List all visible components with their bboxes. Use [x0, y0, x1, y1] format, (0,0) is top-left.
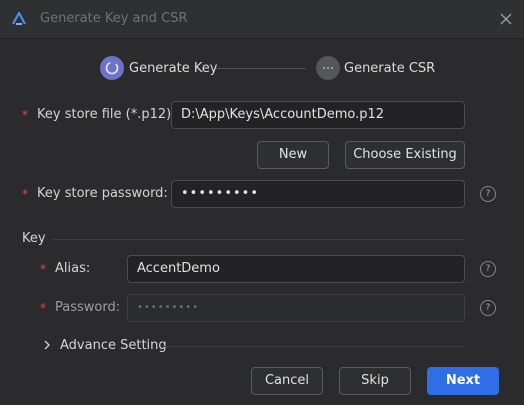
required-marker: *	[40, 301, 46, 315]
password-label: Password:	[55, 300, 121, 315]
alias-label: Alias:	[55, 261, 91, 276]
step-1-active-icon	[100, 56, 124, 80]
chevron-right-icon[interactable]	[42, 339, 52, 351]
alias-input[interactable]: AccentDemo	[127, 255, 465, 283]
required-marker: *	[22, 187, 28, 201]
required-marker: *	[22, 108, 28, 122]
advance-setting-toggle[interactable]: Advance Setting	[60, 338, 167, 353]
keystore-password-label: Key store password:	[37, 186, 168, 201]
help-icon[interactable]: ?	[480, 186, 496, 202]
new-button[interactable]: New	[257, 141, 329, 169]
step-2-label: Generate CSR	[344, 61, 436, 76]
section-divider	[52, 239, 464, 240]
title-bar: Generate Key and CSR	[0, 0, 524, 39]
close-icon[interactable]	[498, 11, 514, 27]
app-logo-icon	[12, 11, 26, 25]
next-button[interactable]: Next	[427, 367, 499, 395]
window-title: Generate Key and CSR	[40, 11, 188, 26]
step-connector	[216, 68, 306, 69]
step-2-pending-icon	[316, 56, 340, 80]
required-marker: *	[40, 262, 46, 276]
keystore-file-label: Key store file (*.p12):	[37, 107, 176, 122]
cancel-button[interactable]: Cancel	[251, 367, 323, 395]
keystore-file-input[interactable]: D:\App\Keys\AccountDemo.p12	[171, 101, 465, 129]
step-1-label: Generate Key	[129, 61, 218, 76]
section-divider	[162, 346, 464, 347]
password-input[interactable]: •••••••••	[127, 294, 465, 322]
skip-button[interactable]: Skip	[339, 367, 411, 395]
step-indicator: Generate Key Generate CSR	[0, 55, 524, 83]
help-icon[interactable]: ?	[480, 300, 496, 316]
key-section-label: Key	[22, 231, 46, 246]
keystore-password-input[interactable]: •••••••••	[171, 180, 465, 208]
choose-existing-button[interactable]: Choose Existing	[345, 141, 465, 169]
help-icon[interactable]: ?	[480, 261, 496, 277]
